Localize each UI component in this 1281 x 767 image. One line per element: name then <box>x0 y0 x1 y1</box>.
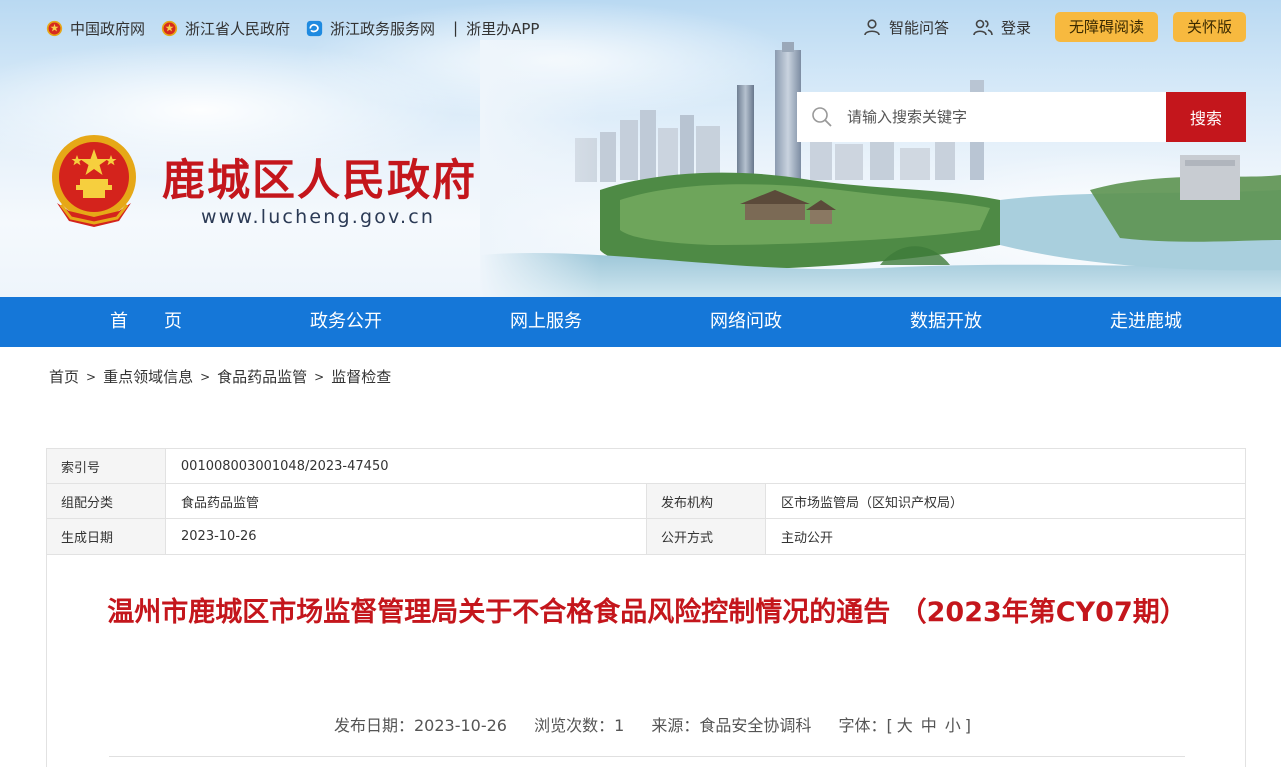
accessible-reading-button[interactable]: 无障碍阅读 <box>1054 12 1158 42</box>
care-mode-button[interactable]: 关怀版 <box>1172 12 1246 42</box>
top-link-zlb-app[interactable]: 浙里办APP <box>466 18 539 39</box>
publish-date: 发布日期：2023-10-26 <box>333 716 507 735</box>
font-size-close: ] <box>964 716 972 735</box>
users-icon <box>973 19 993 36</box>
site-url: www.lucheng.gov.cn <box>201 206 436 228</box>
date-label: 生成日期 <box>47 519 166 554</box>
main-nav: 首 页 政务公开 网上服务 网络问政 数据开放 走进鹿城 <box>0 297 1281 347</box>
info-row-category: 组配分类 食品药品监管 发布机构 区市场监管局（区知识产权局） <box>47 484 1245 519</box>
font-size-label: 字体：[ <box>838 716 893 735</box>
top-link-zhejiang-gov[interactable]: 浙江省人民政府 <box>161 18 290 39</box>
nav-item-home[interactable]: 首 页 <box>46 297 246 347</box>
emblem-icon <box>46 20 63 36</box>
article-source: 来源：食品安全协调科 <box>651 716 812 735</box>
publisher-label: 发布机构 <box>647 484 766 518</box>
nav-item-about-lucheng[interactable]: 走进鹿城 <box>1046 297 1246 347</box>
top-link-label: 浙江省人民政府 <box>185 19 291 38</box>
info-row-date: 生成日期 2023-10-26 公开方式 主动公开 <box>47 519 1245 554</box>
national-emblem-logo <box>52 135 136 227</box>
category-value: 食品药品监管 <box>166 484 647 518</box>
view-count: 浏览次数：1 <box>534 716 625 735</box>
breadcrumb-separator: > <box>314 369 325 384</box>
meta-divider <box>109 756 1185 757</box>
nav-item-gov-affairs[interactable]: 政务公开 <box>246 297 446 347</box>
top-link-label: 浙里办APP <box>466 19 540 38</box>
site-title: 鹿城区人民政府 <box>162 156 477 206</box>
user-icon <box>864 19 880 36</box>
article: 温州市鹿城区市场监督管理局关于不合格食品风险控制情况的通告 （2023年第CY0… <box>46 554 1246 767</box>
breadcrumb-separator: > <box>200 369 211 384</box>
top-link-separator: | <box>453 19 459 37</box>
breadcrumb-key-areas[interactable]: 重点领域信息 <box>103 366 193 387</box>
index-label: 索引号 <box>47 449 166 483</box>
zjzw-icon <box>306 20 323 36</box>
top-link-gov-cn[interactable]: 中国政府网 <box>46 18 145 39</box>
breadcrumb: 首页 > 重点领域信息 > 食品药品监管 > 监督检查 <box>49 366 391 387</box>
breadcrumb-inspection[interactable]: 监督检查 <box>331 366 391 387</box>
city-skyline-image <box>480 40 1281 297</box>
font-small-button[interactable]: 小 <box>945 716 961 735</box>
font-size-control: 字体：[大中小] <box>838 716 971 735</box>
date-value: 2023-10-26 <box>166 519 647 554</box>
smart-qa-link[interactable]: 智能问答 <box>863 17 949 38</box>
search-box <box>797 92 1166 142</box>
nav-item-online-inquiry[interactable]: 网络问政 <box>646 297 846 347</box>
smart-qa-label: 智能问答 <box>888 18 949 37</box>
info-row-index: 索引号 001008003001048/2023-47450 <box>47 449 1245 484</box>
top-links: 中国政府网 浙江省人民政府 浙江政务服务网 | 浙里办APP <box>46 16 539 40</box>
login-link[interactable]: 登录 <box>973 17 1031 38</box>
font-large-button[interactable]: 大 <box>897 716 913 735</box>
search-button[interactable]: 搜索 <box>1166 92 1246 142</box>
article-meta: 发布日期：2023-10-26 浏览次数：1 来源：食品安全协调科 字体：[大中… <box>47 712 1247 736</box>
search-icon <box>812 107 832 127</box>
breadcrumb-home[interactable]: 首页 <box>49 366 79 387</box>
document-info-table: 索引号 001008003001048/2023-47450 组配分类 食品药品… <box>46 448 1246 555</box>
top-link-zjzwfw[interactable]: 浙江政务服务网 <box>306 18 435 39</box>
index-value: 001008003001048/2023-47450 <box>180 458 389 474</box>
emblem-icon <box>161 20 178 36</box>
article-title: 温州市鹿城区市场监督管理局关于不合格食品风险控制情况的通告 （2023年第CY0… <box>107 597 1187 628</box>
mode-label: 公开方式 <box>647 519 766 554</box>
nav-item-online-service[interactable]: 网上服务 <box>446 297 646 347</box>
login-label: 登录 <box>1000 18 1031 37</box>
publisher-value: 区市场监管局（区知识产权局） <box>781 495 964 511</box>
search-input[interactable] <box>847 108 1147 126</box>
breadcrumb-separator: > <box>86 369 97 384</box>
category-label: 组配分类 <box>47 484 166 518</box>
top-link-label: 浙江政务服务网 <box>330 19 436 38</box>
breadcrumb-food-drug[interactable]: 食品药品监管 <box>217 366 307 387</box>
search-bar: 搜索 <box>797 92 1246 142</box>
top-right-tools: 智能问答 登录 无障碍阅读 关怀版 <box>863 12 1246 42</box>
nav-item-open-data[interactable]: 数据开放 <box>846 297 1046 347</box>
font-medium-button[interactable]: 中 <box>921 716 937 735</box>
top-link-label: 中国政府网 <box>70 19 146 38</box>
mode-value: 主动公开 <box>781 531 834 546</box>
